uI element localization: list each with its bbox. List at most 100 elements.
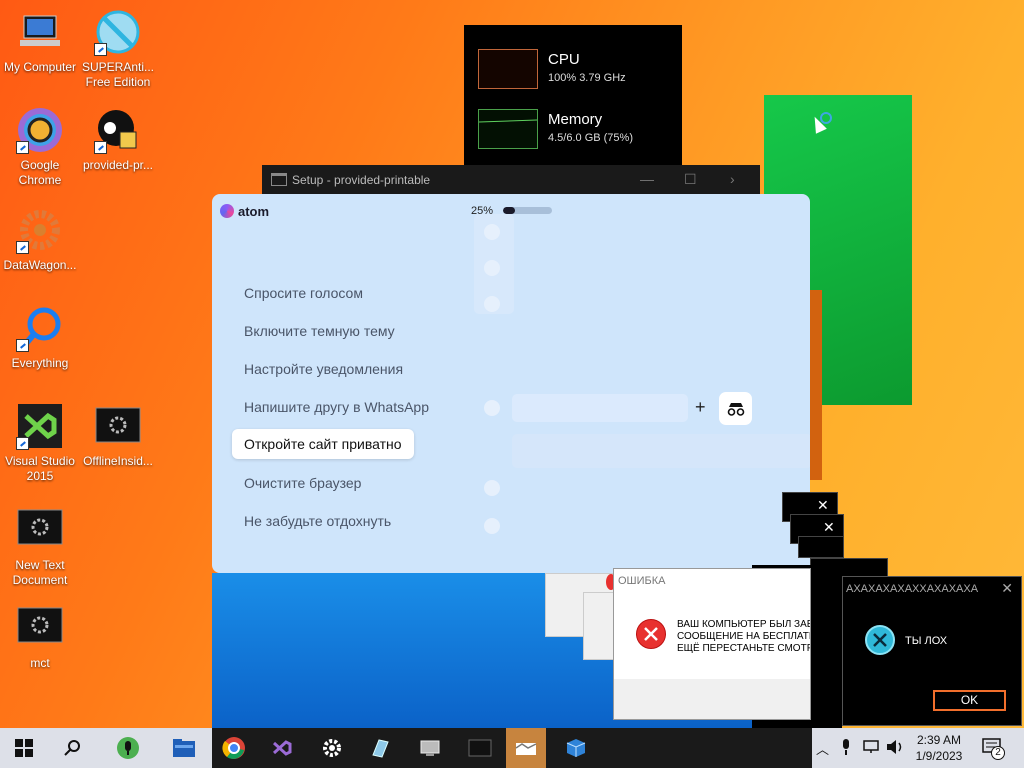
- atom-brand-text: atom: [238, 203, 270, 219]
- ghost-dot: [484, 518, 500, 534]
- onboarding-tip[interactable]: Напишите другу в WhatsApp: [244, 399, 429, 415]
- close-icon[interactable]: ✕: [823, 519, 835, 536]
- error-dialog-footer: [614, 679, 810, 719]
- file-explorer-button[interactable]: [164, 728, 204, 768]
- desktop-icon-label: DataWagon...: [3, 258, 77, 272]
- close-icon[interactable]: ✕: [1001, 580, 1013, 597]
- microphone-tray-icon[interactable]: [840, 738, 852, 759]
- chrome-icon: [222, 737, 245, 759]
- info-cross-icon: [865, 625, 895, 655]
- maximize-button[interactable]: ☐: [684, 171, 697, 188]
- atom-logo-icon: [220, 204, 234, 218]
- memory-detail: 4.5/6.0 GB (75%): [548, 132, 633, 144]
- cpu-detail: 100% 3.79 GHz: [548, 72, 626, 84]
- cpu-row[interactable]: CPU 100% 3.79 GHz: [478, 49, 678, 93]
- desktop-icon-google-chrome[interactable]: Google Chrome: [0, 106, 80, 188]
- action-center-button[interactable]: 2: [982, 738, 1005, 761]
- taskbar: ︿ 2:39 AM 1/9/2023 2: [0, 728, 1024, 768]
- taskbar-console-button[interactable]: [460, 728, 500, 768]
- taskbar-setup-button[interactable]: [506, 728, 546, 768]
- shortcut-arrow-icon: [94, 141, 107, 154]
- stacked-dark-window: [798, 536, 844, 558]
- desktop-icon-label: My Computer: [3, 60, 77, 74]
- error-message-line: СООБЩЕНИЕ НА БЕСПЛАТНЫЙ: [677, 631, 810, 642]
- taskbar-visual-studio-button[interactable]: [262, 728, 302, 768]
- minimize-button[interactable]: —: [640, 171, 654, 187]
- desktop-icon-new-text-document[interactable]: New Text Document: [0, 506, 80, 588]
- microphone-icon: [117, 737, 139, 759]
- shortcut-arrow-icon: [16, 437, 29, 450]
- desktop-icon-label: Visual Studio 2015: [5, 454, 75, 483]
- desktop-icon-everything[interactable]: Everything: [0, 304, 80, 371]
- desktop-icon-provided-printable[interactable]: provided-pr...: [78, 106, 158, 173]
- error-message-line: ЕЩЁ ПЕРЕСТАНЬТЕ СМОТРЕТЬ П: [677, 643, 810, 654]
- setup-window-icon: [271, 173, 287, 186]
- chrome-icon: [16, 106, 64, 154]
- superantispyware-icon: [94, 8, 142, 56]
- ghost-dot: [484, 296, 500, 312]
- clock[interactable]: 2:39 AM 1/9/2023: [914, 732, 964, 764]
- shortcut-arrow-icon: [16, 339, 29, 352]
- computer-icon: [16, 8, 64, 56]
- onboarding-tip[interactable]: Не забудьте отдохнуть: [244, 513, 391, 529]
- taskbar-package-button[interactable]: [556, 728, 596, 768]
- cpu-title: CPU: [548, 51, 580, 68]
- console-icon: [468, 739, 492, 757]
- desktop-icon-mct[interactable]: mct: [0, 604, 80, 671]
- taskbar-app-button[interactable]: [410, 728, 450, 768]
- onboarding-tip[interactable]: Настройте уведомления: [244, 361, 403, 377]
- desktop-icon-label: Everything: [11, 356, 69, 370]
- install-progress-fill: [503, 207, 516, 214]
- desktop-icon-label: provided-pr...: [82, 158, 154, 172]
- close-icon[interactable]: ✕: [817, 497, 829, 514]
- network-icon[interactable]: [862, 740, 880, 757]
- shortcut-arrow-icon: [16, 141, 29, 154]
- memory-graph: [478, 109, 538, 149]
- visual-studio-icon: [272, 740, 292, 756]
- monitor-app-icon: [420, 740, 440, 756]
- start-button[interactable]: [4, 728, 44, 768]
- search-icon: [64, 740, 80, 756]
- onboarding-tip[interactable]: Очистите браузер: [244, 475, 361, 491]
- taskbar-chrome-button[interactable]: [214, 728, 254, 768]
- setup-window-icon: [515, 743, 537, 755]
- taskbar-app-area: [212, 728, 812, 768]
- prank-dialog-message: ТЫ ЛОХ: [905, 635, 948, 647]
- shortcut-arrow-icon: [16, 241, 29, 254]
- ghost-dot: [484, 260, 500, 276]
- onboarding-tip[interactable]: Спросите голосом: [244, 285, 363, 301]
- desktop-icon-superantispyware[interactable]: SUPERAnti... Free Edition: [78, 8, 158, 90]
- gear-cluster-icon: [16, 206, 64, 254]
- background-dialog-card: [583, 592, 615, 660]
- incognito-button[interactable]: [719, 392, 752, 425]
- desktop-icon-datawagon[interactable]: DataWagon...: [0, 206, 80, 273]
- prank-dialog-title: АХАХАХАХАХХАХАХАХА: [846, 583, 979, 595]
- gear-icon: [323, 739, 341, 757]
- cortana-mic-button[interactable]: [108, 728, 148, 768]
- show-hidden-icons-chevron-icon[interactable]: ︿: [816, 739, 829, 758]
- onboarding-tip[interactable]: Откройте сайт приватно: [232, 429, 414, 459]
- ok-button[interactable]: OK: [933, 690, 1006, 711]
- setup-window-titlebar[interactable]: Setup - provided-printable — ☐ ›: [262, 165, 760, 195]
- ghost-tab-strip: [512, 434, 810, 468]
- ghost-dot: [484, 400, 500, 416]
- taskbar-settings-button[interactable]: [312, 728, 352, 768]
- cpu-graph: [478, 49, 538, 89]
- memory-row[interactable]: Memory 4.5/6.0 GB (75%): [478, 109, 678, 153]
- windows-logo-icon: [15, 739, 33, 757]
- desktop-icon-offlineinsider[interactable]: OfflineInsid...: [78, 402, 158, 469]
- new-tab-plus-icon[interactable]: +: [695, 397, 706, 418]
- close-button[interactable]: ›: [730, 171, 735, 187]
- notification-count-badge: 2: [991, 746, 1005, 760]
- volume-icon[interactable]: [886, 739, 904, 758]
- task-manager-widget: CPU 100% 3.79 GHz Memory 4.5/6.0 GB (75%…: [464, 25, 682, 165]
- glass-app-icon: [372, 739, 389, 758]
- desktop-icon-my-computer[interactable]: My Computer: [0, 8, 80, 75]
- shortcut-arrow-icon: [94, 43, 107, 56]
- busy-ring-icon: [820, 112, 832, 124]
- taskbar-app-button[interactable]: [360, 728, 400, 768]
- desktop-icon-visual-studio[interactable]: Visual Studio 2015: [0, 402, 80, 484]
- incognito-icon: [727, 402, 744, 416]
- search-button[interactable]: [52, 728, 92, 768]
- onboarding-tip[interactable]: Включите темную тему: [244, 323, 395, 339]
